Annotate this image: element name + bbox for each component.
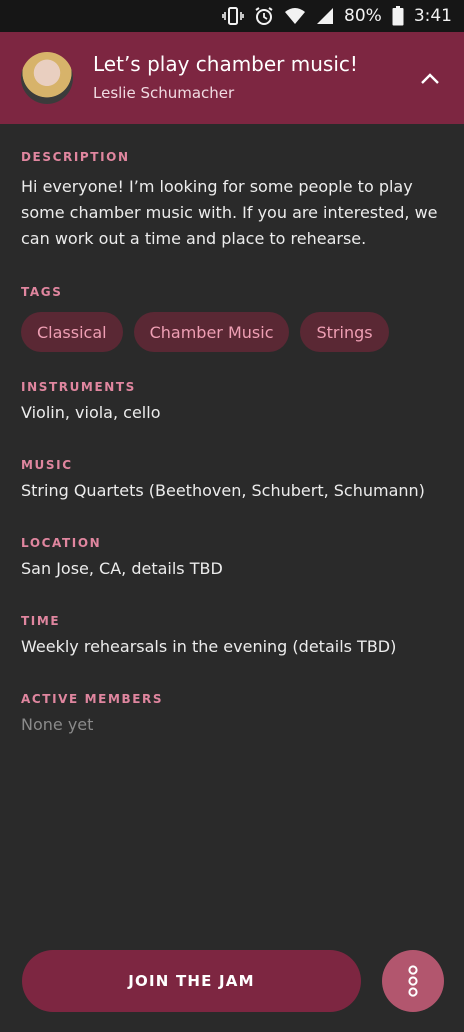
avatar (21, 52, 73, 104)
status-bar: 80% 3:41 (0, 0, 464, 32)
collapse-button[interactable] (416, 64, 444, 92)
vibrate-icon (222, 6, 244, 26)
tag-list: Classical Chamber Music Strings (21, 312, 446, 352)
more-options-button[interactable] (382, 950, 444, 1012)
more-vertical-icon (408, 965, 418, 997)
jam-header: Let’s play chamber music! Leslie Schumac… (0, 32, 464, 124)
description-text: Hi everyone! I’m looking for some people… (21, 177, 438, 248)
chevron-up-icon (421, 73, 439, 84)
battery-icon (392, 6, 404, 26)
tag-chip[interactable]: Chamber Music (133, 312, 290, 352)
jam-details: DESCRIPTION Hi everyone! I’m looking for… (21, 150, 446, 738)
tag-chip[interactable]: Strings (300, 312, 389, 352)
page-title: Let’s play chamber music! (93, 52, 358, 76)
description-label: DESCRIPTION (21, 150, 130, 164)
location-label: LOCATION (21, 536, 102, 550)
tags-label: TAGS (21, 285, 63, 299)
active-members-text: None yet (21, 715, 94, 734)
music-text: String Quartets (Beethoven, Schubert, Sc… (21, 481, 425, 500)
alarm-icon (254, 6, 274, 26)
time-text: Weekly rehearsals in the evening (detail… (21, 637, 397, 656)
clock-time: 3:41 (413, 6, 452, 26)
active-members-label: ACTIVE MEMBERS (21, 692, 164, 706)
time-label: TIME (21, 614, 61, 628)
music-label: MUSIC (21, 458, 73, 472)
tag-chip[interactable]: Classical (21, 312, 123, 352)
battery-percent: 80% (344, 6, 382, 26)
location-text: San Jose, CA, details TBD (21, 559, 223, 578)
join-jam-button[interactable]: JOIN THE JAM (22, 950, 361, 1012)
author-name: Leslie Schumacher (93, 84, 235, 102)
instruments-text: Violin, viola, cello (21, 403, 161, 422)
wifi-icon (284, 7, 306, 25)
instruments-label: INSTRUMENTS (21, 380, 136, 394)
signal-icon (316, 7, 334, 25)
